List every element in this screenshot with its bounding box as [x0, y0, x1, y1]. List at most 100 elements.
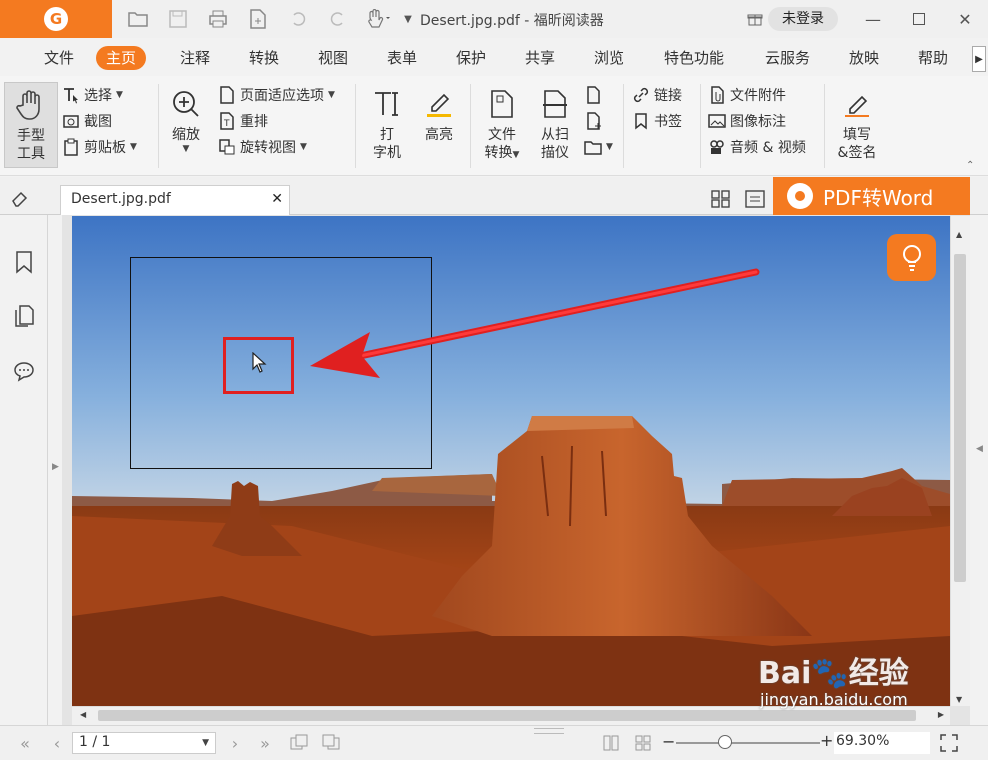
link-button[interactable]: 链接	[632, 84, 682, 106]
scanner-icon	[540, 82, 570, 126]
last-page-icon[interactable]: »	[254, 732, 276, 754]
zoom-out-icon[interactable]: −	[662, 732, 675, 751]
tab-share[interactable]: 共享	[525, 46, 555, 70]
hand-tool-label-1: 手型	[17, 128, 45, 144]
maximize-icon[interactable]	[896, 0, 942, 38]
tab-features[interactable]: 特色功能	[664, 46, 724, 70]
gift-icon[interactable]	[742, 0, 768, 38]
redo-icon[interactable]	[320, 4, 356, 34]
film-icon	[708, 138, 726, 156]
print-icon[interactable]	[200, 4, 236, 34]
tab-help[interactable]: 帮助	[918, 46, 948, 70]
menu-bar: 文件 主页 注释 转换 视图 表单 保护 共享 浏览 特色功能 云服务 放映 帮…	[0, 38, 988, 76]
document-tab[interactable]: Desert.jpg.pdf ✕	[60, 185, 290, 215]
tab-protect[interactable]: 保护	[456, 46, 486, 70]
next-page-icon[interactable]: ›	[224, 732, 246, 754]
pdf-to-word-button[interactable]: PDF转Word	[773, 177, 970, 215]
from-scanner-button[interactable]: 从扫 描仪	[528, 82, 582, 168]
save-icon[interactable]	[160, 4, 196, 34]
reflow-button[interactable]: T 重排	[218, 110, 268, 132]
login-button[interactable]: 未登录	[768, 7, 838, 31]
audio-video-button[interactable]: 音频 & 视频	[708, 136, 806, 158]
app-logo[interactable]: G	[0, 0, 112, 38]
fullscreen-icon[interactable]	[938, 732, 960, 754]
bookmark-panel-icon[interactable]	[12, 249, 36, 275]
vertical-scroll-thumb[interactable]	[954, 254, 966, 582]
menu-scroll-right-icon[interactable]: ▶	[972, 46, 986, 72]
tab-file[interactable]: 文件	[44, 46, 74, 70]
zoom-button[interactable]: 缩放 ▼	[159, 82, 213, 168]
screenshot-button[interactable]: 截图	[62, 110, 112, 132]
customize-dropdown-icon[interactable]: ▼	[400, 4, 416, 34]
foxit-logo-icon: G	[44, 7, 68, 31]
page-fit-icon	[218, 86, 236, 104]
close-tab-icon[interactable]: ✕	[271, 191, 283, 207]
scroll-down-icon[interactable]: ▼	[956, 695, 962, 704]
camera-icon	[62, 112, 80, 130]
tab-slideshow[interactable]: 放映	[849, 46, 879, 70]
rotate-view-button[interactable]: 旋转视图 ▼	[218, 136, 307, 158]
continuous-view-icon[interactable]	[632, 732, 654, 754]
previous-page-icon[interactable]: ‹	[46, 732, 68, 754]
panel-expand-icon[interactable]: ▶	[52, 462, 59, 472]
ribbon-separator	[355, 84, 356, 168]
file-attachment-button[interactable]: 文件附件	[708, 84, 786, 106]
zoom-percent-field[interactable]: 69.30%	[834, 732, 930, 754]
scroll-right-icon[interactable]: ▶	[938, 710, 944, 719]
tab-comment[interactable]: 注释	[180, 46, 210, 70]
tips-lightbulb-button[interactable]	[887, 234, 936, 281]
bookmark-button[interactable]: 书签	[632, 110, 682, 132]
page-fit-button[interactable]: 页面适应选项 ▼	[218, 84, 335, 106]
tab-home[interactable]: 主页	[96, 46, 147, 70]
first-page-icon[interactable]: «	[14, 732, 36, 754]
document-tab-bar: Desert.jpg.pdf ✕ PDF转Word	[0, 177, 988, 215]
blank-page-button[interactable]	[584, 84, 602, 106]
single-page-view-icon[interactable]	[600, 732, 622, 754]
right-panel-expand-icon[interactable]: ◀	[976, 444, 983, 454]
file-convert-button[interactable]: 文件 转换▼	[475, 82, 529, 168]
zoom-slider-knob[interactable]	[718, 735, 732, 749]
undo-icon[interactable]	[280, 4, 316, 34]
pdf-to-word-logo-icon	[787, 183, 813, 209]
ribbon-separator	[470, 84, 471, 168]
ribbon-collapse-icon[interactable]: ⌃	[966, 160, 974, 171]
fill-sign-button[interactable]: 填写 &签名	[830, 82, 884, 168]
insert-page-button[interactable]	[584, 110, 602, 132]
svg-text:T: T	[223, 119, 230, 129]
clipboard-button[interactable]: 剪贴板 ▼	[62, 136, 137, 158]
pages-panel-icon[interactable]	[12, 303, 36, 329]
previous-view-icon[interactable]	[288, 732, 310, 754]
typewriter-button[interactable]: 打 字机	[360, 82, 414, 168]
quick-access-toolbar: ▼	[120, 4, 416, 34]
page-tools-button[interactable]: ▼	[584, 136, 613, 158]
hand-dropdown-icon[interactable]	[360, 4, 396, 34]
tab-form[interactable]: 表单	[387, 46, 417, 70]
status-bar-grip[interactable]	[534, 728, 564, 734]
close-icon[interactable]: ✕	[942, 0, 988, 38]
zoom-in-small-icon[interactable]: +	[820, 731, 833, 750]
link-icon	[632, 86, 650, 104]
image-annotation-button[interactable]: 图像标注	[708, 110, 786, 132]
horizontal-scroll-thumb[interactable]	[98, 710, 916, 721]
page-number-field[interactable]: 1 / 1 ▼	[72, 732, 216, 754]
comments-panel-icon[interactable]	[12, 358, 36, 384]
highlight-button[interactable]: 高亮	[412, 82, 466, 168]
tab-convert[interactable]: 转换	[249, 46, 279, 70]
select-button[interactable]: 选择 ▼	[62, 84, 123, 106]
eraser-icon[interactable]	[10, 189, 30, 211]
new-document-icon[interactable]	[240, 4, 276, 34]
zoom-slider[interactable]	[676, 742, 820, 744]
compare-icon[interactable]	[744, 189, 766, 213]
scroll-up-icon[interactable]: ▲	[956, 230, 962, 239]
tab-cloud[interactable]: 云服务	[765, 46, 810, 70]
grid-view-icon[interactable]	[710, 189, 732, 213]
ribbon: 手型 工具 选择 ▼ 截图 剪贴板 ▼ 缩放 ▼ 页面适应选项 ▼ T 重排 旋…	[0, 76, 988, 176]
page-dropdown-icon[interactable]: ▼	[202, 738, 209, 748]
next-view-icon[interactable]	[320, 732, 342, 754]
open-folder-icon[interactable]	[120, 4, 156, 34]
scroll-left-icon[interactable]: ◀	[80, 710, 86, 719]
tab-view[interactable]: 视图	[318, 46, 348, 70]
hand-tool-button[interactable]: 手型 工具	[4, 82, 58, 168]
minimize-icon[interactable]: —	[850, 0, 896, 38]
tab-browse[interactable]: 浏览	[594, 46, 624, 70]
